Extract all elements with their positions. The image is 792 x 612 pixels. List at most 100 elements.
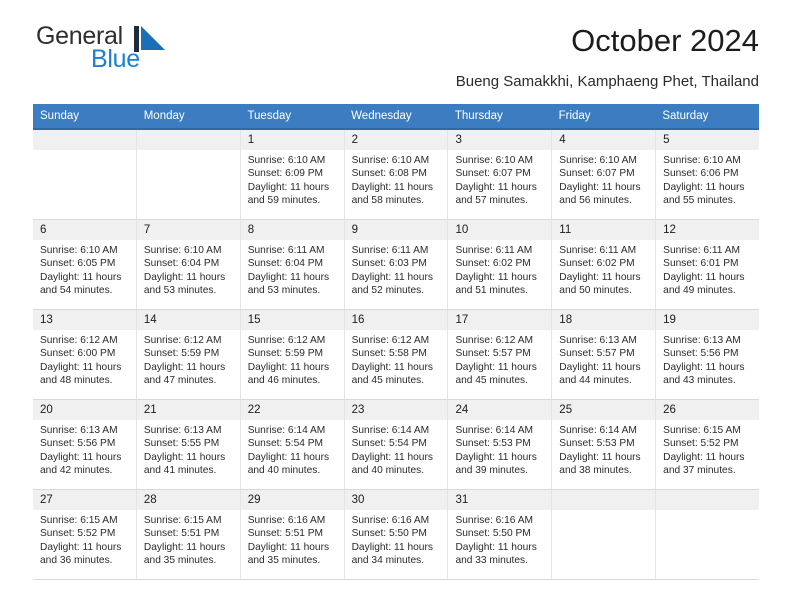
calendar-day-cell[interactable]: 15 Sunrise: 6:12 AM Sunset: 5:59 PM Dayligh…: [240, 310, 345, 399]
day-details: Sunrise: 6:16 AM Sunset: 5:51 PM Daylight:…: [241, 510, 344, 567]
sunrise-text: Sunrise: 6:13 AM: [559, 335, 637, 346]
sunrise-text: Sunrise: 6:14 AM: [247, 425, 326, 436]
general-blue-logo[interactable]: General Blue: [33, 22, 173, 74]
page-header: General Blue October 2024 Bueng Samakkhi…: [33, 0, 759, 90]
calendar-day-cell-empty: [552, 490, 657, 579]
calendar-day-cell[interactable]: 27 Sunrise: 6:15 AM Sunset: 5:52 PM Dayligh…: [33, 490, 137, 579]
sunrise-text: Sunrise: 6:11 AM: [455, 245, 533, 256]
day-details: Sunrise: 6:12 AM Sunset: 5:58 PM Daylight:…: [345, 330, 448, 387]
calendar-day-cell[interactable]: 16 Sunrise: 6:12 AM Sunset: 5:58 PM Dayligh…: [344, 310, 449, 399]
daylight-text: Daylight: 11 hours: [351, 181, 433, 193]
day-details: Sunrise: 6:11 AM Sunset: 6:03 PM Daylight:…: [345, 240, 448, 297]
daylight-text: and 35 minutes.: [143, 554, 217, 566]
calendar-day-cell[interactable]: 30 Sunrise: 6:16 AM Sunset: 5:50 PM Dayligh…: [344, 490, 449, 579]
calendar-week-row: 27 Sunrise: 6:15 AM Sunset: 5:52 PM Dayligh…: [33, 490, 760, 580]
calendar-day-cell[interactable]: 23 Sunrise: 6:14 AM Sunset: 5:54 PM Dayligh…: [344, 400, 449, 489]
day-number: 24: [448, 400, 552, 420]
calendar-day-cell[interactable]: 12 Sunrise: 6:11 AM Sunset: 6:01 PM Dayligh…: [656, 220, 760, 309]
calendar-day-cell[interactable]: 19 Sunrise: 6:13 AM Sunset: 5:56 PM Dayligh…: [656, 310, 760, 399]
sunrise-text: Sunrise: 6:14 AM: [559, 425, 637, 436]
daylight-text: and 49 minutes.: [663, 284, 736, 296]
daylight-text: Daylight: 11 hours: [143, 451, 226, 463]
calendar-day-cell[interactable]: 5 Sunrise: 6:10 AM Sunset: 6:06 PM Daylight…: [656, 130, 760, 219]
sunset-text: Sunset: 5:50 PM: [455, 528, 531, 540]
sunrise-text: Sunrise: 6:16 AM: [455, 515, 534, 526]
calendar-day-cell[interactable]: 14 Sunrise: 6:12 AM Sunset: 5:59 PM Dayligh…: [136, 310, 241, 399]
calendar-day-cell[interactable]: 18 Sunrise: 6:13 AM Sunset: 5:57 PM Dayligh…: [552, 310, 657, 399]
day-details: [33, 150, 136, 154]
weekday-header-friday: Friday: [558, 110, 591, 122]
calendar-day-cell[interactable]: 26 Sunrise: 6:15 AM Sunset: 5:52 PM Dayligh…: [656, 400, 760, 489]
calendar-week-row: 1 Sunrise: 6:10 AM Sunset: 6:09 PM Daylight…: [33, 130, 760, 220]
calendar-day-cell[interactable]: 9 Sunrise: 6:11 AM Sunset: 6:03 PM Daylight…: [344, 220, 449, 309]
day-details: Sunrise: 6:10 AM Sunset: 6:05 PM Daylight:…: [33, 240, 136, 297]
sunset-text: Sunset: 5:57 PM: [559, 348, 635, 360]
daylight-text: and 42 minutes.: [40, 464, 113, 476]
calendar-day-cell-empty: [656, 490, 760, 579]
sunrise-text: Sunrise: 6:13 AM: [40, 425, 118, 436]
daylight-text: Daylight: 11 hours: [40, 361, 122, 373]
daylight-text: Daylight: 11 hours: [40, 541, 122, 553]
day-details: Sunrise: 6:16 AM Sunset: 5:50 PM Daylight:…: [345, 510, 448, 567]
day-details: Sunrise: 6:11 AM Sunset: 6:04 PM Daylight:…: [241, 240, 344, 297]
calendar-day-cell[interactable]: 31 Sunrise: 6:16 AM Sunset: 5:50 PM Dayligh…: [448, 490, 553, 579]
daylight-text: Daylight: 11 hours: [40, 271, 122, 283]
daylight-text: and 56 minutes.: [559, 194, 632, 206]
calendar-day-cell[interactable]: 13 Sunrise: 6:12 AM Sunset: 6:00 PM Dayligh…: [33, 310, 137, 399]
day-number: [33, 130, 136, 150]
calendar-week-row: 6 Sunrise: 6:10 AM Sunset: 6:05 PM Daylight…: [33, 220, 760, 310]
sunrise-text: Sunrise: 6:12 AM: [143, 335, 222, 346]
daylight-text: and 45 minutes.: [351, 374, 425, 386]
daylight-text: Daylight: 11 hours: [455, 541, 537, 553]
calendar-day-cell-empty: [136, 130, 241, 219]
day-details: Sunrise: 6:10 AM Sunset: 6:08 PM Daylight:…: [345, 150, 448, 207]
daylight-text: and 34 minutes.: [351, 554, 425, 566]
daylight-text: Daylight: 11 hours: [559, 361, 641, 373]
sunrise-text: Sunrise: 6:10 AM: [351, 155, 430, 166]
day-details: Sunrise: 6:10 AM Sunset: 6:09 PM Daylight:…: [241, 150, 344, 207]
calendar-day-cell[interactable]: 17 Sunrise: 6:12 AM Sunset: 5:57 PM Dayligh…: [448, 310, 553, 399]
calendar-day-cell[interactable]: 10 Sunrise: 6:11 AM Sunset: 6:02 PM Dayligh…: [448, 220, 553, 309]
sunset-text: Sunset: 6:09 PM: [247, 168, 324, 180]
sunrise-text: Sunrise: 6:11 AM: [247, 245, 325, 256]
day-number: 28: [136, 490, 240, 510]
day-details: Sunrise: 6:15 AM Sunset: 5:52 PM Daylight:…: [656, 420, 759, 477]
daylight-text: and 40 minutes.: [247, 464, 321, 476]
calendar-day-cell[interactable]: 1 Sunrise: 6:10 AM Sunset: 6:09 PM Daylight…: [240, 130, 345, 219]
daylight-text: Daylight: 11 hours: [143, 361, 226, 373]
day-details: [656, 510, 759, 514]
sunrise-text: Sunrise: 6:11 AM: [663, 245, 740, 256]
sunrise-text: Sunrise: 6:10 AM: [559, 155, 637, 166]
calendar-day-cell[interactable]: 7 Sunrise: 6:10 AM Sunset: 6:04 PM Daylight…: [136, 220, 241, 309]
calendar-day-cell[interactable]: 6 Sunrise: 6:10 AM Sunset: 6:05 PM Daylight…: [33, 220, 137, 309]
day-number: 5: [656, 130, 760, 150]
calendar-day-cell[interactable]: 28 Sunrise: 6:15 AM Sunset: 5:51 PM Dayligh…: [136, 490, 241, 579]
calendar-day-cell[interactable]: 24 Sunrise: 6:14 AM Sunset: 5:53 PM Dayligh…: [448, 400, 553, 489]
sunset-text: Sunset: 5:53 PM: [559, 438, 635, 450]
daylight-text: Daylight: 11 hours: [143, 271, 226, 283]
weekday-header-sunday: Sunday: [40, 110, 80, 122]
daylight-text: and 53 minutes.: [247, 284, 321, 296]
daylight-text: Daylight: 11 hours: [247, 181, 330, 193]
sunset-text: Sunset: 5:53 PM: [455, 438, 531, 450]
calendar-day-cell[interactable]: 20 Sunrise: 6:13 AM Sunset: 5:56 PM Dayligh…: [33, 400, 137, 489]
calendar-day-cell[interactable]: 8 Sunrise: 6:11 AM Sunset: 6:04 PM Daylight…: [240, 220, 345, 309]
calendar-day-cell[interactable]: 3 Sunrise: 6:10 AM Sunset: 6:07 PM Daylight…: [448, 130, 553, 219]
calendar-day-cell[interactable]: 2 Sunrise: 6:10 AM Sunset: 6:08 PM Daylight…: [344, 130, 449, 219]
day-details: Sunrise: 6:13 AM Sunset: 5:57 PM Daylight:…: [552, 330, 655, 387]
sunset-text: Sunset: 5:52 PM: [40, 528, 116, 540]
sunset-text: Sunset: 6:01 PM: [663, 258, 739, 270]
calendar-day-cell[interactable]: 4 Sunrise: 6:10 AM Sunset: 6:07 PM Daylight…: [552, 130, 657, 219]
sunset-text: Sunset: 5:59 PM: [143, 348, 220, 360]
calendar-day-cell[interactable]: 22 Sunrise: 6:14 AM Sunset: 5:54 PM Dayligh…: [240, 400, 345, 489]
calendar-day-cell[interactable]: 25 Sunrise: 6:14 AM Sunset: 5:53 PM Dayligh…: [552, 400, 657, 489]
logo-text-blue: Blue: [91, 45, 140, 73]
day-details: Sunrise: 6:10 AM Sunset: 6:07 PM Daylight:…: [552, 150, 655, 207]
sunrise-text: Sunrise: 6:10 AM: [143, 245, 222, 256]
calendar-day-cell[interactable]: 21 Sunrise: 6:13 AM Sunset: 5:55 PM Dayligh…: [136, 400, 241, 489]
calendar-day-cell[interactable]: 11 Sunrise: 6:11 AM Sunset: 6:02 PM Dayligh…: [552, 220, 657, 309]
sunrise-text: Sunrise: 6:15 AM: [663, 425, 741, 436]
daylight-text: Daylight: 11 hours: [351, 271, 433, 283]
calendar-day-cell[interactable]: 29 Sunrise: 6:16 AM Sunset: 5:51 PM Dayligh…: [240, 490, 345, 579]
day-number: [656, 490, 760, 510]
